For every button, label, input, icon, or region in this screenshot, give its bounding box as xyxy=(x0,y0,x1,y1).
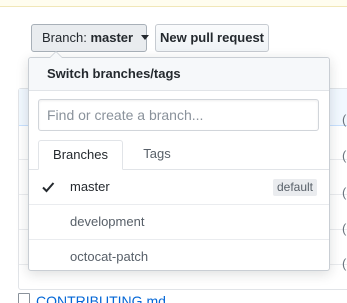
file-list-cell-fragment: ( xyxy=(342,148,347,163)
branch-name: master xyxy=(70,179,110,194)
menu-pointer-inner xyxy=(50,52,62,58)
branch-item-master[interactable]: master default xyxy=(29,170,329,205)
tab-branches[interactable]: Branches xyxy=(38,140,123,170)
filter-section xyxy=(29,91,329,139)
branch-name: development xyxy=(70,214,145,229)
branch-switcher-menu: Switch branches/tags Branches Tags maste… xyxy=(28,51,330,271)
branch-name: octocat-patch xyxy=(70,249,149,264)
page: ( ( ( ( ( CONTRIBUTING.md Branch: master… xyxy=(0,0,347,303)
tab-tags[interactable]: Tags xyxy=(127,140,187,170)
file-name[interactable]: CONTRIBUTING.md xyxy=(36,293,166,303)
menu-title: Switch branches/tags xyxy=(29,58,329,91)
file-link-contributing[interactable]: CONTRIBUTING.md xyxy=(18,293,166,303)
file-list-cell-fragment: ( xyxy=(342,185,347,200)
caret-down-icon xyxy=(140,35,149,40)
file-list-cell-fragment: ( xyxy=(342,221,347,236)
new-pull-request-button[interactable]: New pull request xyxy=(155,24,269,52)
branch-tag-tabs: Branches Tags xyxy=(29,140,329,170)
branch-label: Branch: xyxy=(42,30,87,45)
file-icon xyxy=(18,293,30,303)
file-list-cell-fragment: ( xyxy=(342,112,347,127)
branch-item-octocat-patch[interactable]: octocat-patch xyxy=(29,240,329,275)
branch-select-button[interactable]: Branch: master xyxy=(31,24,149,52)
flash-banner-edge xyxy=(0,0,347,7)
check-icon xyxy=(42,182,55,193)
branch-item-development[interactable]: development xyxy=(29,205,329,240)
branch-current-value: master xyxy=(90,30,134,45)
file-list-cell-fragment: ( xyxy=(342,256,347,271)
branch-filter-input[interactable] xyxy=(38,99,319,131)
default-badge: default xyxy=(272,179,317,196)
